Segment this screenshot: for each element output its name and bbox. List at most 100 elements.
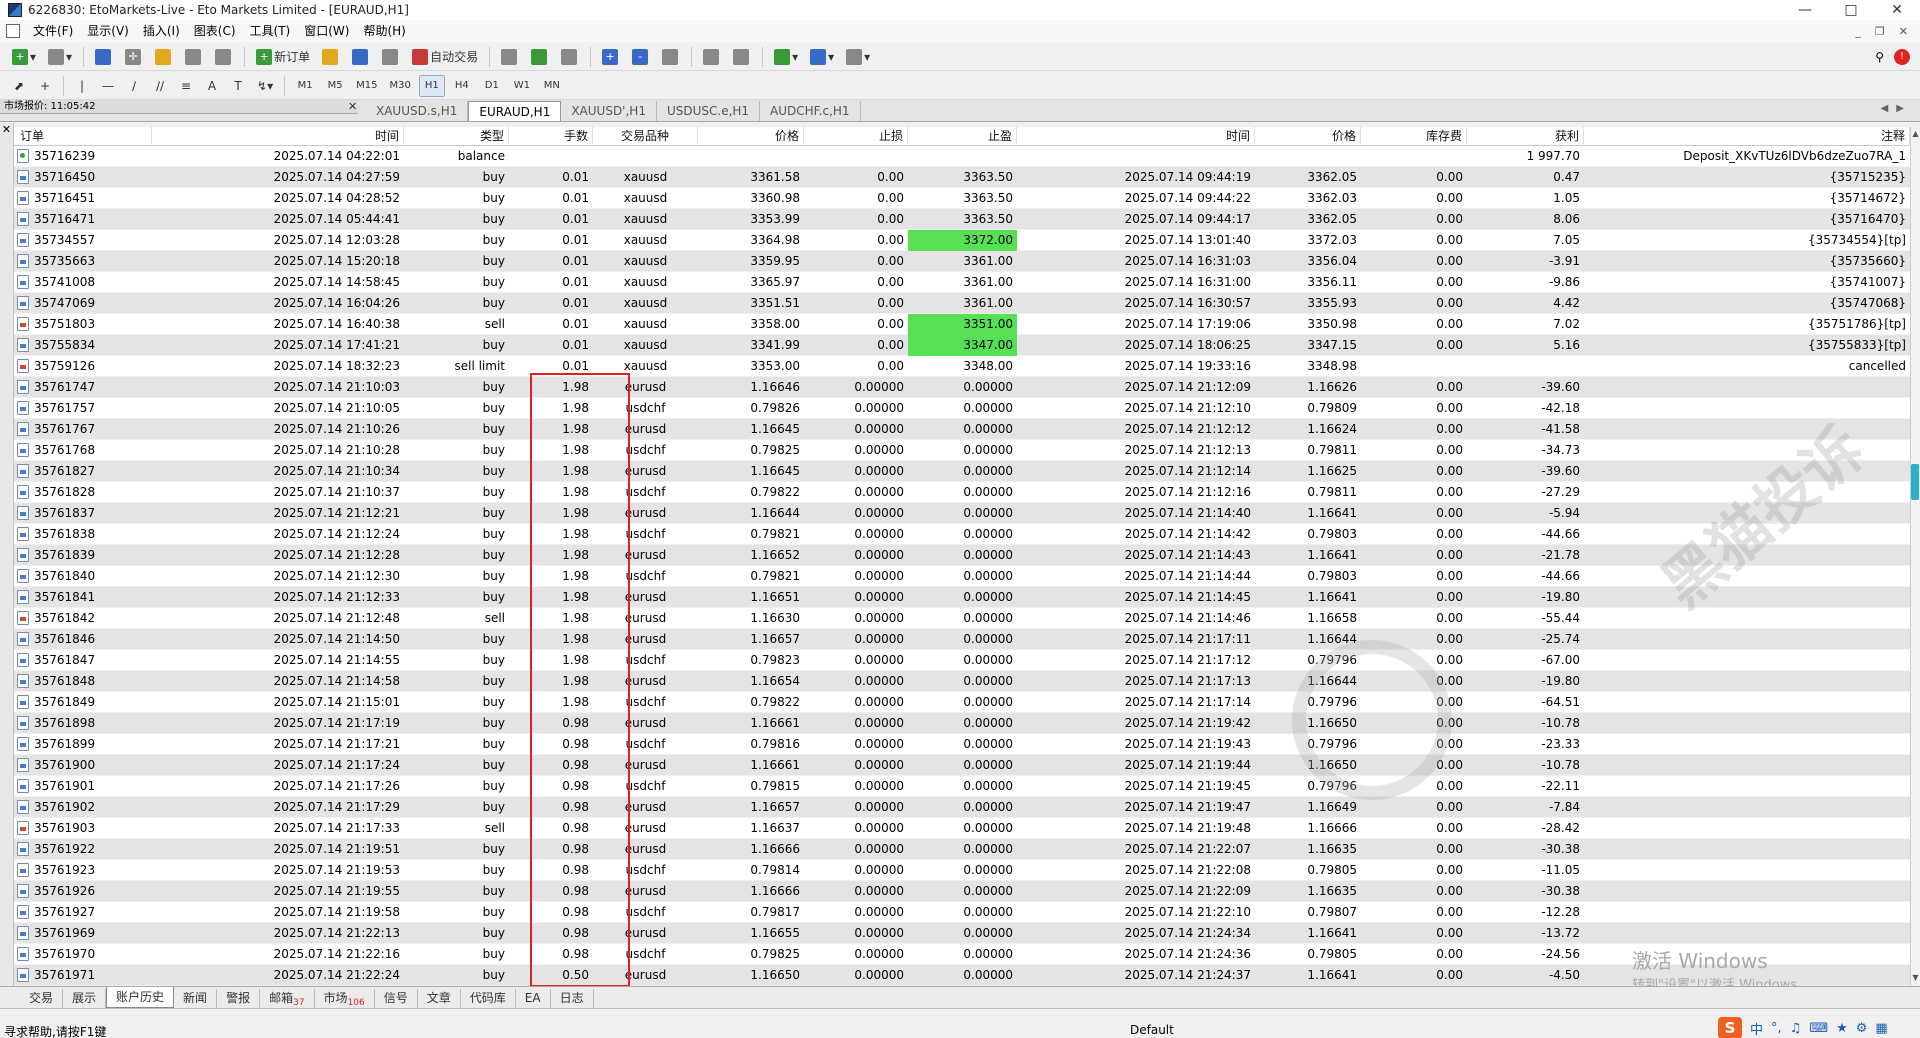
market-watch-button[interactable] [91,46,117,68]
new-order-button[interactable]: + 新订单 [252,46,314,68]
table-row[interactable]: 35761839 2025.07.14 21:12:28 buy 1.98 eurusd… [14,545,1910,566]
col-header-type[interactable]: 类型 [404,127,509,146]
tf-m1[interactable]: M1 [292,75,318,97]
search-icon[interactable]: ⚲ [1875,50,1884,64]
table-row[interactable]: 35761969 2025.07.14 21:22:13 buy 0.98 eurusd… [14,923,1910,944]
menu-file[interactable]: 文件(F) [26,20,80,42]
chart-tab-audchf[interactable]: AUDCHF.c,H1 [760,101,861,121]
terminal-button[interactable] [181,46,207,68]
table-row[interactable]: 35761837 2025.07.14 21:12:21 buy 1.98 eurusd… [14,503,1910,524]
cursor-button[interactable]: ⬈ [8,75,30,97]
terminal-tab-5[interactable]: 邮箱37 [260,989,315,1008]
zoom-out-button[interactable]: - [628,46,654,68]
periods-button[interactable]: ▾ [806,46,838,68]
table-row[interactable]: 35761846 2025.07.14 21:14:50 buy 1.98 eurusd… [14,629,1910,650]
keyboard-icon[interactable]: ⌨ [1809,1021,1828,1036]
ime-language[interactable]: 中 [1750,1019,1763,1038]
table-row[interactable]: 35716451 2025.07.14 04:28:52 buy 0.01 xauusd… [14,188,1910,209]
col-header-open-time[interactable]: 时间 [152,127,404,146]
table-row[interactable]: 35761923 2025.07.14 21:19:53 buy 0.98 usdchf… [14,860,1910,881]
text-button[interactable]: A [201,75,223,97]
table-row[interactable]: 35761757 2025.07.14 21:10:05 buy 1.98 usdchf… [14,398,1910,419]
tf-h1[interactable]: H1 [418,74,445,97]
arrows-button[interactable]: ↯ ▾ [253,75,277,97]
table-row[interactable]: 35761841 2025.07.14 21:12:33 buy 1.98 eurusd… [14,587,1910,608]
table-row[interactable]: 35716471 2025.07.14 05:44:41 buy 0.01 xauusd… [14,209,1910,230]
menu-view[interactable]: 显示(V) [80,20,136,42]
vps-button[interactable] [378,46,404,68]
mdi-close-icon[interactable]: ✕ [1899,25,1908,38]
signals-button[interactable] [348,46,374,68]
table-row[interactable]: 35761898 2025.07.14 21:17:19 buy 0.98 eurusd… [14,713,1910,734]
table-row[interactable]: 35761849 2025.07.14 21:15:01 buy 1.98 usdchf… [14,692,1910,713]
bar-chart-button[interactable] [497,46,523,68]
chart-tab-xauusd[interactable]: XAUUSD',H1 [561,101,657,121]
notifications-icon[interactable]: ! [1894,48,1910,65]
vertical-scrollbar[interactable]: ▲ ▼ [1910,127,1920,986]
profiles-button[interactable]: ▾ [44,46,76,68]
ime-logo-icon[interactable]: S [1718,1017,1742,1038]
table-row[interactable]: 35761768 2025.07.14 21:10:28 buy 1.98 usdchf… [14,440,1910,461]
templates-button[interactable]: ▾ [842,46,874,68]
col-header-profit[interactable]: 获利 [1467,127,1584,146]
vertical-line-button[interactable]: | [71,75,93,97]
candle-chart-button[interactable] [527,46,553,68]
terminal-close-icon[interactable]: ✕ [2,123,11,136]
tf-m15[interactable]: M15 [352,75,381,97]
channel-button[interactable]: ∕∕ [149,75,171,97]
grid-icon[interactable]: ▦ [1875,1021,1887,1036]
terminal-tab-6[interactable]: 市场106 [315,989,375,1008]
table-row[interactable]: 35761922 2025.07.14 21:19:51 buy 0.98 eurusd… [14,839,1910,860]
table-row[interactable]: 35716450 2025.07.14 04:27:59 buy 0.01 xauusd… [14,167,1910,188]
menu-window[interactable]: 窗口(W) [297,20,356,42]
new-chart-button[interactable]: + ▾ [8,46,40,68]
menu-tools[interactable]: 工具(T) [243,20,298,42]
col-header-volume[interactable]: 手数 [509,127,593,146]
table-row[interactable]: 35761927 2025.07.14 21:19:58 buy 0.98 usdchf… [14,902,1910,923]
trendline-button[interactable]: ∕ [123,75,145,97]
mdi-minimize-icon[interactable]: _ [1855,25,1861,38]
table-row[interactable]: 35761971 2025.07.14 21:22:24 buy 0.50 eurusd… [14,965,1910,986]
terminal-tab-2[interactable]: 账户历史 [106,987,175,1008]
table-row[interactable]: 35755834 2025.07.14 17:41:21 buy 0.01 xauusd… [14,335,1910,356]
data-window-button[interactable]: ✛ [121,46,147,68]
horizontal-line-button[interactable]: — [97,75,119,97]
navigator-button[interactable] [151,46,177,68]
strategy-tester-button[interactable] [211,46,237,68]
skin-icon[interactable]: ★ [1836,1021,1848,1036]
col-header-take-profit[interactable]: 止盈 [908,127,1017,146]
mdi-restore-icon[interactable]: ❐ [1875,25,1885,38]
table-row[interactable]: 35761901 2025.07.14 21:17:26 buy 0.98 usdchf… [14,776,1910,797]
metaeditor-button[interactable] [318,46,344,68]
table-row[interactable]: 35747069 2025.07.14 16:04:26 buy 0.01 xauusd… [14,293,1910,314]
table-row[interactable]: 35761838 2025.07.14 21:12:24 buy 1.98 usdchf… [14,524,1910,545]
terminal-tab-0[interactable]: 交易 [20,989,64,1008]
auto-scroll-button[interactable] [699,46,725,68]
table-row[interactable]: 35741008 2025.07.14 14:58:45 buy 0.01 xauusd… [14,272,1910,293]
tf-h4[interactable]: H4 [449,75,475,97]
col-header-swap[interactable]: 库存费 [1361,127,1467,146]
indicators-button[interactable]: ▾ [770,46,802,68]
menu-insert[interactable]: 插入(I) [136,20,187,42]
scroll-thumb[interactable] [1911,464,1919,500]
tools-icon[interactable]: ⚙ [1856,1021,1868,1036]
scroll-down-icon[interactable]: ▼ [1911,973,1920,982]
table-row[interactable]: 35761970 2025.07.14 21:22:16 buy 0.98 usdchf… [14,944,1910,965]
table-row[interactable]: 35761903 2025.07.14 21:17:33 sell 0.98 eurus… [14,818,1910,839]
zoom-in-button[interactable]: + [598,46,624,68]
col-header-comment[interactable]: 注释 [1584,127,1910,146]
terminal-tab-3[interactable]: 新闻 [174,989,218,1008]
terminal-tab-7[interactable]: 信号 [375,989,418,1008]
tf-d1[interactable]: D1 [479,75,505,97]
punctuation-icon[interactable]: °, [1771,1021,1782,1036]
table-row[interactable]: 35735663 2025.07.14 15:20:18 buy 0.01 xauusd… [14,251,1910,272]
tf-w1[interactable]: W1 [509,75,535,97]
table-row[interactable]: 35761847 2025.07.14 21:14:55 buy 1.98 usdchf… [14,650,1910,671]
chart-tab-usdusc[interactable]: USDUSC.e,H1 [657,101,761,121]
col-header-close-time[interactable]: 时间 [1017,127,1255,146]
chart-shift-button[interactable] [729,46,755,68]
menu-charts[interactable]: 图表(C) [187,20,243,42]
text-label-button[interactable]: T [227,75,249,97]
table-row[interactable]: 35761900 2025.07.14 21:17:24 buy 0.98 eurusd… [14,755,1910,776]
table-row[interactable]: 35761899 2025.07.14 21:17:21 buy 0.98 usdchf… [14,734,1910,755]
